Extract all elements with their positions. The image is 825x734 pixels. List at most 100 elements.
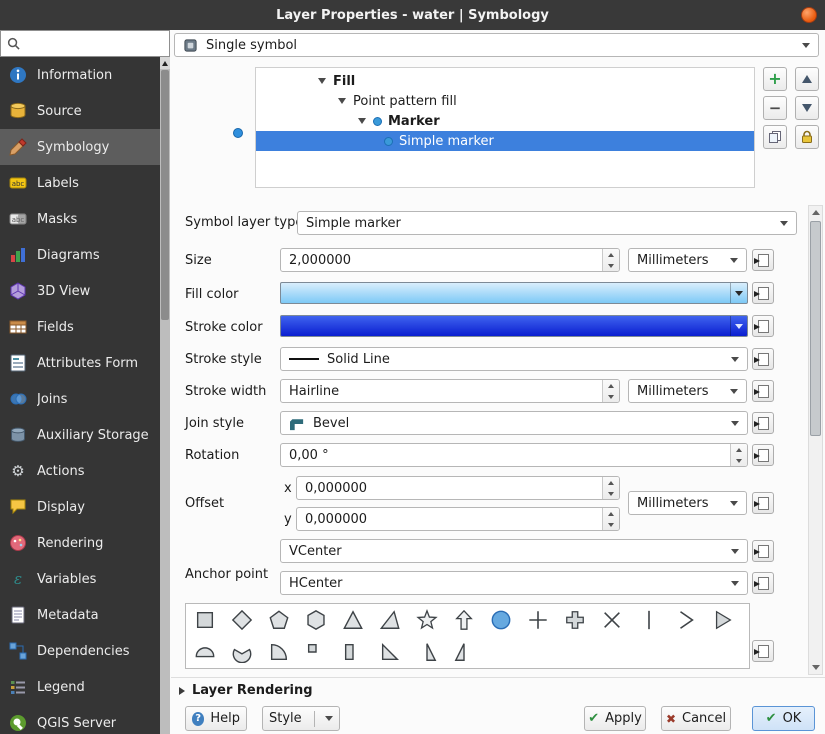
- shape-pentagon[interactable]: [260, 604, 297, 636]
- spin-down-icon[interactable]: [603, 519, 619, 530]
- sidebar-scrollbar-up-arrow[interactable]: [160, 57, 170, 69]
- shape-triangle[interactable]: [334, 604, 371, 636]
- spin-up-icon[interactable]: [731, 444, 747, 455]
- shape-line[interactable]: [630, 604, 667, 636]
- horizontal-anchor-data-defined-override-button[interactable]: [752, 572, 774, 594]
- sidebar-item-metadata[interactable]: Metadata: [0, 597, 160, 633]
- shape-arrow[interactable]: [445, 604, 482, 636]
- expand-arrow-icon[interactable]: [318, 78, 326, 84]
- sidebar-item-fields[interactable]: Fields: [0, 309, 160, 345]
- size-unit-combo[interactable]: Millimeters: [628, 248, 747, 272]
- join-style-data-defined-override-button[interactable]: [752, 412, 774, 434]
- apply-button[interactable]: ✔ Apply: [584, 706, 646, 731]
- rotation-data-defined-override-button[interactable]: [752, 444, 774, 466]
- rotation-spinbox[interactable]: [280, 443, 748, 467]
- shape-third-circle[interactable]: [223, 636, 260, 668]
- fill-color-button[interactable]: [280, 282, 748, 304]
- shape-diamond[interactable]: [223, 604, 260, 636]
- shape-cross2[interactable]: [593, 604, 630, 636]
- renderer-combo[interactable]: Single symbol: [174, 33, 819, 57]
- vertical-anchor-data-defined-override-button[interactable]: [752, 540, 774, 562]
- join-style-combo[interactable]: Bevel: [280, 411, 748, 435]
- remove-symbol-layer-button[interactable]: −: [763, 96, 787, 120]
- sidebar-scrollbar-thumb[interactable]: [161, 70, 169, 320]
- shape-hexagon[interactable]: [297, 604, 334, 636]
- symbol-layer-type-combo[interactable]: Simple marker: [297, 211, 797, 235]
- sidebar-item-information[interactable]: Information: [0, 57, 160, 93]
- stroke-width-unit-combo[interactable]: Millimeters: [628, 379, 747, 403]
- sidebar-item-3d-view[interactable]: 3D View: [0, 273, 160, 309]
- shape-filled-arrowhead[interactable]: [704, 604, 741, 636]
- sidebar-item-legend[interactable]: Legend: [0, 669, 160, 705]
- vertical-anchor-combo[interactable]: VCenter: [280, 539, 748, 563]
- fill-color-data-defined-override-button[interactable]: [752, 282, 774, 304]
- offset-data-defined-override-button[interactable]: [752, 492, 774, 514]
- move-up-button[interactable]: [795, 67, 819, 91]
- sidebar-item-auxiliary-storage[interactable]: Auxiliary Storage: [0, 417, 160, 453]
- stroke-style-combo[interactable]: Solid Line: [280, 347, 748, 371]
- sidebar-item-qgis-server[interactable]: QGIS Server: [0, 705, 160, 734]
- shape-star[interactable]: [408, 604, 445, 636]
- scrollbar-thumb[interactable]: [810, 221, 821, 436]
- shape-square[interactable]: [186, 604, 223, 636]
- ok-button[interactable]: ✔ OK: [752, 706, 815, 731]
- rotation-input[interactable]: [281, 444, 730, 466]
- cancel-button[interactable]: ✖ Cancel: [661, 706, 731, 731]
- size-input[interactable]: [281, 249, 602, 271]
- style-button[interactable]: Style: [262, 706, 340, 731]
- color-dropdown-arrow-icon[interactable]: [730, 316, 747, 336]
- offset-unit-combo[interactable]: Millimeters: [628, 491, 747, 515]
- sidebar-item-diagrams[interactable]: Diagrams: [0, 237, 160, 273]
- duplicate-symbol-layer-button[interactable]: [763, 125, 787, 149]
- shape-half-square[interactable]: [334, 636, 371, 668]
- lock-colors-button[interactable]: [795, 125, 819, 149]
- sidebar-item-source[interactable]: Source: [0, 93, 160, 129]
- spin-down-icon[interactable]: [603, 391, 619, 402]
- tree-item-marker[interactable]: Marker: [256, 111, 754, 131]
- sidebar-item-actions[interactable]: ⚙ Actions: [0, 453, 160, 489]
- shape-right-half-triangle[interactable]: [408, 636, 445, 668]
- size-data-defined-override-button[interactable]: [752, 249, 774, 271]
- sidebar-item-symbology[interactable]: Symbology: [0, 129, 160, 165]
- stroke-width-data-defined-override-button[interactable]: [752, 380, 774, 402]
- stroke-color-data-defined-override-button[interactable]: [752, 315, 774, 337]
- shape-left-half-triangle[interactable]: [445, 636, 482, 668]
- spin-up-icon[interactable]: [603, 477, 619, 488]
- sidebar-item-labels[interactable]: abc Labels: [0, 165, 160, 201]
- shape-equilateral-triangle[interactable]: [371, 604, 408, 636]
- shape-cross-fill[interactable]: [556, 604, 593, 636]
- shape-diagonal-half-square[interactable]: [371, 636, 408, 668]
- close-window-button[interactable]: [801, 7, 817, 23]
- shape-quarter-square[interactable]: [297, 636, 334, 668]
- shape-data-defined-override-button[interactable]: [752, 640, 774, 662]
- shape-quarter-circle[interactable]: [260, 636, 297, 668]
- offset-y-input[interactable]: [297, 508, 602, 530]
- stroke-width-input[interactable]: [281, 380, 602, 402]
- spin-down-icon[interactable]: [731, 455, 747, 466]
- layer-rendering-section-header[interactable]: Layer Rendering: [179, 683, 313, 698]
- spin-up-icon[interactable]: [603, 249, 619, 260]
- move-down-button[interactable]: [795, 96, 819, 120]
- stroke-style-data-defined-override-button[interactable]: [752, 348, 774, 370]
- sidebar-item-joins[interactable]: Joins: [0, 381, 160, 417]
- sidebar-item-attributes-form[interactable]: Attributes Form: [0, 345, 160, 381]
- sidebar-item-dependencies[interactable]: Dependencies: [0, 633, 160, 669]
- sidebar-item-rendering[interactable]: Rendering: [0, 525, 160, 561]
- tree-item-fill[interactable]: Fill: [256, 71, 754, 91]
- shape-circle-selected[interactable]: [482, 604, 519, 636]
- scrollbar-down-arrow[interactable]: [809, 661, 822, 674]
- stroke-width-spinbox[interactable]: [280, 379, 620, 403]
- offset-x-input[interactable]: [297, 477, 602, 499]
- offset-y-spinbox[interactable]: [296, 507, 620, 531]
- spin-up-icon[interactable]: [603, 508, 619, 519]
- chevron-down-icon[interactable]: [325, 716, 333, 721]
- shape-cross[interactable]: [519, 604, 556, 636]
- shape-arrowhead[interactable]: [667, 604, 704, 636]
- sidebar-item-display[interactable]: Display: [0, 489, 160, 525]
- expand-arrow-icon[interactable]: [338, 98, 346, 104]
- scrollbar-up-arrow[interactable]: [809, 206, 822, 219]
- size-spinbox[interactable]: [280, 248, 620, 272]
- offset-x-spinbox[interactable]: [296, 476, 620, 500]
- add-symbol-layer-button[interactable]: +: [763, 67, 787, 91]
- tree-item-point-pattern-fill[interactable]: Point pattern fill: [256, 91, 754, 111]
